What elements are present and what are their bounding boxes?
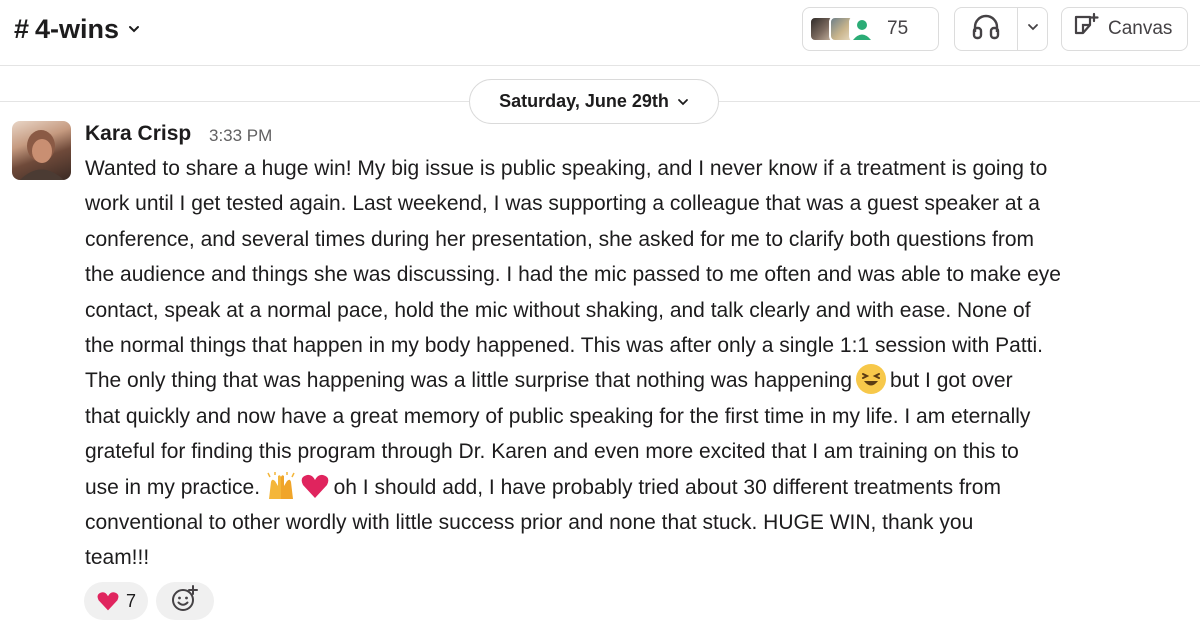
message-line: The only thing that was happening was a … bbox=[85, 363, 1185, 398]
huddle-options-button[interactable] bbox=[1018, 8, 1047, 50]
chevron-down-icon bbox=[677, 96, 689, 108]
message-line: contact, speak at a normal pace, hold th… bbox=[85, 298, 1031, 322]
headphones-icon bbox=[971, 14, 1001, 45]
reactions-bar: 7 bbox=[84, 582, 215, 620]
member-count: 75 bbox=[887, 18, 909, 39]
message-fragment: oh I should add, I have probably tried a… bbox=[333, 475, 1001, 499]
canvas-label: Canvas bbox=[1108, 18, 1173, 39]
reaction-heart[interactable]: 7 bbox=[84, 582, 149, 620]
message-timestamp[interactable]: 3:33 PM bbox=[209, 126, 272, 146]
message-line: conventional to other wordly with little… bbox=[85, 511, 974, 535]
message-fragment: The only thing that was happening was a … bbox=[85, 369, 852, 393]
channel-header: # 4-wins 75 Canvas bbox=[0, 0, 1200, 66]
huddle-button-group bbox=[954, 7, 1048, 51]
message-line: that quickly and now have a great memory… bbox=[85, 404, 1031, 428]
message-body: Wanted to share a huge win! My big issue… bbox=[85, 151, 1185, 576]
raising-hands-emoji bbox=[266, 471, 295, 500]
message-author[interactable]: Kara Crisp bbox=[85, 122, 191, 146]
chevron-down-icon bbox=[1027, 20, 1039, 38]
message-line: conference, and several times during her… bbox=[85, 227, 1034, 251]
message-line: team!!! bbox=[85, 546, 150, 570]
add-reaction-icon bbox=[171, 584, 199, 618]
members-button[interactable]: 75 bbox=[802, 7, 939, 51]
message-line: grateful for finding this program throug… bbox=[85, 440, 1019, 464]
message-line: the normal things that happen in my body… bbox=[85, 334, 1044, 358]
canvas-icon bbox=[1070, 12, 1108, 46]
huddle-button[interactable] bbox=[955, 8, 1018, 50]
channel-name: 4-wins bbox=[35, 13, 120, 44]
canvas-button[interactable]: Canvas bbox=[1061, 7, 1188, 51]
date-divider-button[interactable]: Saturday, June 29th bbox=[469, 79, 719, 124]
red-heart-emoji bbox=[96, 590, 120, 612]
add-reaction-button[interactable] bbox=[156, 582, 215, 620]
red-heart-emoji bbox=[300, 472, 329, 500]
member-avatar bbox=[849, 16, 875, 42]
message-line: work until I get tested again. Last week… bbox=[85, 192, 1040, 216]
grinning-squinting-face-emoji bbox=[856, 364, 886, 395]
avatar[interactable] bbox=[12, 121, 71, 180]
date-label: Saturday, June 29th bbox=[499, 91, 669, 111]
message-line: use in my practice. oh I should add, I h… bbox=[85, 470, 1185, 505]
message-fragment: use in my practice. bbox=[85, 475, 261, 499]
chevron-down-icon bbox=[127, 22, 141, 36]
channel-name-button[interactable]: # 4-wins bbox=[14, 12, 141, 46]
channel-hash: # bbox=[14, 13, 30, 44]
message-line: Wanted to share a huge win! My big issue… bbox=[85, 157, 1048, 180]
message-line: the audience and things she was discussi… bbox=[85, 263, 1061, 287]
message-fragment: but I got over bbox=[890, 369, 1013, 393]
reaction-count: 7 bbox=[126, 590, 137, 611]
